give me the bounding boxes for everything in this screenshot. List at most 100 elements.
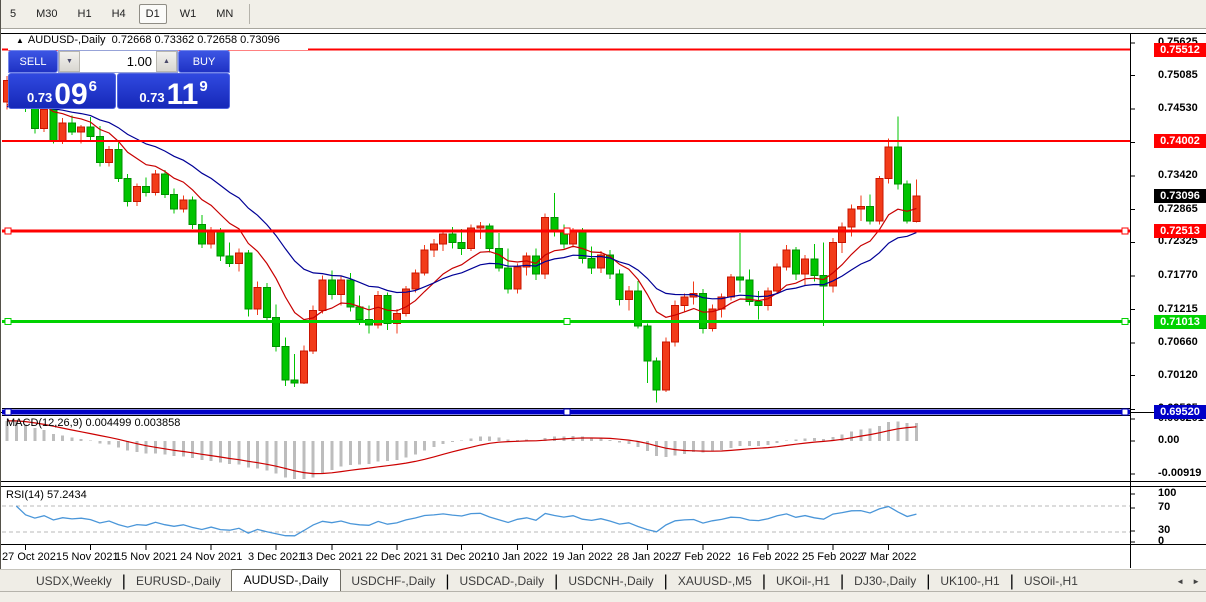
candle-body [244,252,253,310]
time-axis-label: 28 Jan 2022 [617,551,678,563]
chart-tab-usoil-h1[interactable]: USOil-,H1 [1014,571,1088,591]
rsi-line [15,505,917,537]
candle-body [903,183,912,222]
tabs-scroll-right-icon[interactable]: ► [1192,577,1200,586]
time-axis-label: 25 Feb 2022 [802,551,864,563]
chart-tab-uk100-h1[interactable]: UK100-,H1 [930,571,1009,591]
macd-axis-label: 0.00 [1158,434,1180,446]
candle-body [801,258,810,275]
time-axis-label: 22 Dec 2021 [365,551,428,563]
candle-body [856,205,865,210]
line-drag-handle[interactable] [563,408,571,416]
hline-price-label: 0.75512 [1154,42,1206,57]
time-axis-label: 5 Nov 2021 [62,551,119,563]
candle-body [838,226,847,244]
candle-body [132,185,141,203]
macd-axis-label: -0.00919 [1158,467,1202,479]
rsi-label: RSI(14) 57.2434 [6,489,87,501]
chart-tab-eurusd-daily[interactable]: EURUSD-,Daily [126,571,231,591]
lot-increase-button[interactable]: ▲ [156,51,177,72]
candle-body [773,266,782,292]
time-axis-label: 31 Dec 2021 [430,551,493,563]
candle-body [782,249,791,268]
candle-body [745,279,754,302]
candle-body [810,258,819,276]
candle-body [513,266,522,290]
time-axis-label: 10 Jan 2022 [487,551,548,563]
candle-body [123,178,132,203]
chart-tab-usdx-weekly[interactable]: USDX,Weekly [26,571,122,591]
candle-body [652,360,661,391]
lot-size-stepper: ▼ 1.00 ▲ [58,50,178,73]
candle-body [726,276,735,298]
hline-price-label: 0.72513 [1154,224,1206,239]
chart-tab-ukoil-h1[interactable]: UKOil-,H1 [766,571,840,591]
line-drag-handle[interactable] [4,227,12,235]
rsi-value: 57.2434 [46,489,87,501]
sell-price-prefix: 0.73 [26,90,53,105]
sell-price-button[interactable]: 0.73 09 6 [8,73,116,110]
time-axis-label: 24 Nov 2021 [179,551,243,563]
line-drag-handle[interactable] [1121,408,1129,416]
candle-body [680,296,689,307]
buy-price-button[interactable]: 0.73 11 9 [117,73,230,111]
chart-symbol-label: AUDUSD-,Daily [27,34,106,46]
candle-body [216,230,225,257]
lot-size-input[interactable]: 1.00 [80,51,156,72]
line-drag-handle[interactable] [563,318,571,326]
sell-price-pip-digit: 6 [88,78,98,95]
price-tick-label: 0.75085 [1158,68,1198,81]
candle-body [58,122,67,142]
candle-body [142,185,151,194]
buy-price-big-digits: 11 [166,78,199,111]
line-drag-handle[interactable] [1121,227,1129,235]
sell-button[interactable]: SELL [8,50,58,73]
candle-body [661,341,670,391]
tabs-scroll-left-icon[interactable]: ◄ [1176,577,1184,586]
chart-tab-usdcad-daily[interactable]: USDCAD-,Daily [449,571,554,591]
chart-tab-bar: USDX,Weekly | EURUSD-,Daily AUDUSD-,Daily US… [0,569,1206,591]
chart-tab-audusd-daily[interactable]: AUDUSD-,Daily [230,569,342,591]
candle-body [67,122,76,133]
candle-body [355,306,364,320]
price-tick-label: 0.71770 [1158,268,1198,281]
hline-price-label: 0.74002 [1154,134,1206,148]
line-drag-handle[interactable] [1121,318,1129,326]
buy-button[interactable]: BUY [178,50,230,73]
candle-body [476,225,485,229]
candle-body [448,233,457,244]
candle-body [439,233,448,245]
candle-body [754,300,763,307]
macd-signal-value: 0.003858 [134,417,181,429]
chart-ohlc-values: 0.72668 0.73362 0.72658 0.73096 [111,34,280,46]
collapse-arrow-icon[interactable]: ▲ [16,36,24,45]
candle-body [105,149,114,163]
time-axis-label: 19 Jan 2022 [552,551,613,563]
chart-tab-usdcnh-daily[interactable]: USDCNH-,Daily [558,571,663,591]
chart-tab-usdchf-daily[interactable]: USDCHF-,Daily [341,571,445,591]
line-drag-handle[interactable] [4,318,12,326]
price-tick-label: 0.74530 [1158,102,1198,115]
status-bar [0,591,1206,602]
chart-tab-xauusd-m5[interactable]: XAUUSD-,M5 [668,571,762,591]
candle-body [40,109,49,129]
candle-body [170,193,179,210]
price-tick-label: 0.72865 [1158,202,1198,215]
time-axis-label: 16 Feb 2022 [737,551,799,563]
time-axis-label: 7 Feb 2022 [675,551,731,563]
candle-body [290,379,299,384]
line-drag-handle[interactable] [4,408,12,416]
candle-body [207,230,216,245]
candle-body [86,126,95,137]
candle-body [281,346,290,381]
candle-body [49,109,58,142]
lot-decrease-button[interactable]: ▼ [59,51,80,72]
line-drag-handle[interactable] [563,227,571,235]
candle-body [587,257,596,269]
price-tick-label: 0.73420 [1158,169,1198,182]
candle-body [346,279,355,308]
time-axis-label: 7 Mar 2022 [860,551,917,563]
chart-tab-dj30-daily[interactable]: DJ30-,Daily [844,571,926,591]
price-tick-label: 0.71215 [1158,302,1198,315]
time-axis-label: 3 Dec 2021 [247,551,305,563]
